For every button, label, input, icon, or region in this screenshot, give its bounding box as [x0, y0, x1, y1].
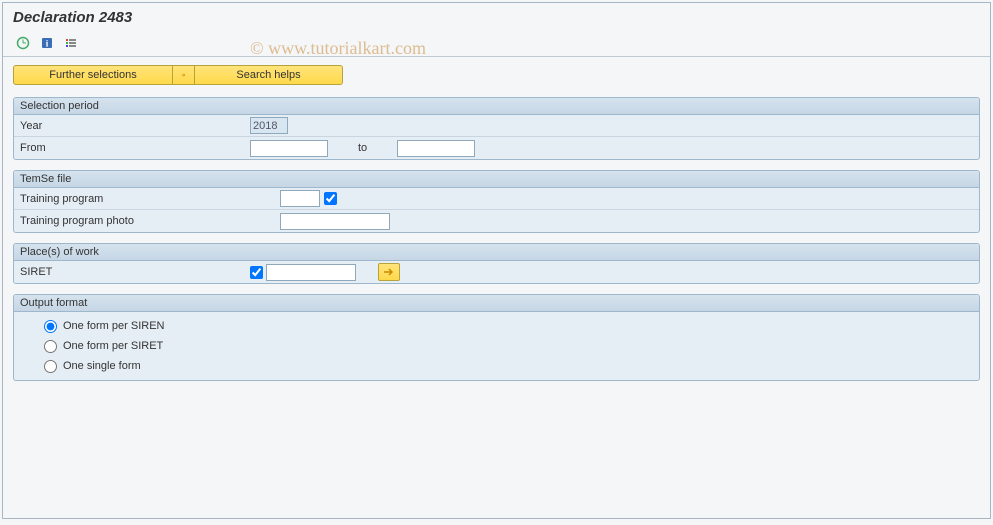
to-label: to — [358, 142, 367, 154]
training-program-row: Training program — [14, 188, 979, 210]
places-of-work-group: Place(s) of work SIRET — [13, 243, 980, 284]
content-area: Selection period Year 2018 From to TemSe… — [3, 93, 990, 395]
icon-toolbar: i — [3, 30, 990, 57]
from-label: From — [20, 142, 250, 154]
radio-siren-label: One form per SIREN — [63, 320, 164, 332]
radio-single[interactable] — [44, 360, 57, 373]
year-label: Year — [20, 120, 250, 132]
temse-file-group: TemSe file Training program Training pro… — [13, 170, 980, 233]
training-program-photo-row: Training program photo — [14, 210, 979, 232]
output-option-single[interactable]: One single form — [14, 356, 979, 376]
execute-icon[interactable] — [13, 34, 33, 52]
training-program-input[interactable] — [280, 190, 320, 207]
button-row: Further selections Search helps — [3, 57, 990, 93]
selection-period-group: Selection period Year 2018 From to — [13, 97, 980, 160]
radio-siren[interactable] — [44, 320, 57, 333]
siret-input[interactable] — [266, 264, 356, 281]
list-icon[interactable] — [61, 34, 81, 52]
title-area: Declaration 2483 — [3, 3, 990, 30]
year-row: Year 2018 — [14, 115, 979, 137]
training-program-label: Training program — [20, 193, 280, 205]
radio-single-label: One single form — [63, 360, 141, 372]
page-title: Declaration 2483 — [13, 9, 980, 26]
search-helps-button[interactable]: Search helps — [195, 65, 343, 85]
training-program-photo-label: Training program photo — [20, 215, 280, 227]
year-field[interactable]: 2018 — [250, 117, 288, 134]
radio-siret[interactable] — [44, 340, 57, 353]
training-program-photo-input[interactable] — [280, 213, 390, 230]
siret-multiple-selection-button[interactable] — [378, 263, 400, 281]
radio-siret-label: One form per SIRET — [63, 340, 163, 352]
info-icon[interactable]: i — [37, 34, 57, 52]
further-selections-arrow-button[interactable] — [173, 65, 195, 85]
selection-period-header: Selection period — [14, 98, 979, 115]
output-option-siret[interactable]: One form per SIRET — [14, 336, 979, 356]
siret-checkbox[interactable] — [250, 266, 263, 279]
from-input[interactable] — [250, 140, 328, 157]
temse-file-header: TemSe file — [14, 171, 979, 188]
output-format-group: Output format One form per SIREN One for… — [13, 294, 980, 381]
output-format-header: Output format — [14, 295, 979, 312]
places-of-work-header: Place(s) of work — [14, 244, 979, 261]
siret-row: SIRET — [14, 261, 979, 283]
to-input[interactable] — [397, 140, 475, 157]
output-option-siren[interactable]: One form per SIREN — [14, 316, 979, 336]
further-selections-button[interactable]: Further selections — [13, 65, 173, 85]
training-program-checkbox[interactable] — [324, 192, 337, 205]
from-to-row: From to — [14, 137, 979, 159]
siret-label: SIRET — [20, 266, 250, 278]
